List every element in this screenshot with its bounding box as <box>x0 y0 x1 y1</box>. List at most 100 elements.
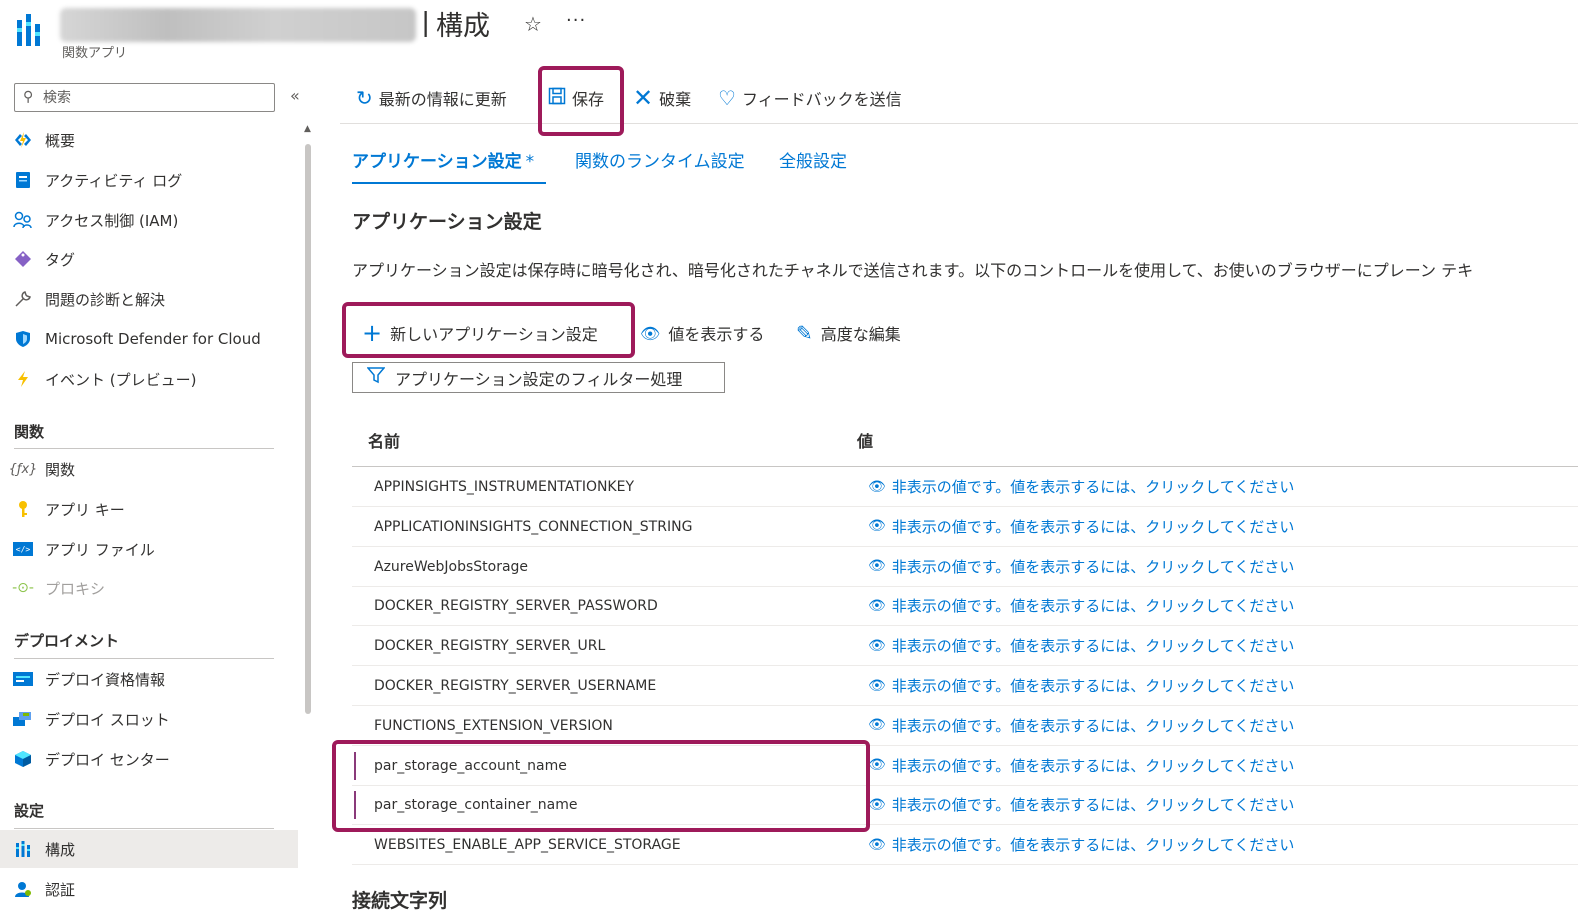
close-icon: ✕ <box>633 84 654 112</box>
sidebar-item-label: 関数 <box>45 460 76 479</box>
section-title: アプリケーション設定 <box>352 211 542 233</box>
sidebar-item-configuration[interactable]: 構成 <box>0 830 298 868</box>
filter-icon <box>366 366 386 389</box>
sidebar-scrollbar[interactable] <box>305 144 311 714</box>
sidebar-item-deploy-slots[interactable]: デプロイ スロット <box>0 700 298 738</box>
ellipsis-icon[interactable]: ··· <box>566 10 586 31</box>
eye-icon: 👁 <box>868 478 886 495</box>
sidebar-item-label: 概要 <box>45 131 76 150</box>
setting-name: AzureWebJobsStorage <box>374 558 529 575</box>
sidebar-item-activity-log[interactable]: アクティビティ ログ <box>0 161 298 199</box>
setting-name: FUNCTIONS_EXTENSION_VERSION <box>374 717 613 734</box>
sidebar-item-label: タグ <box>45 250 76 269</box>
active-tab-indicator <box>352 182 546 184</box>
sidebar-item-overview[interactable]: 概要 <box>0 121 298 159</box>
sidebar-item-deploy-center[interactable]: デプロイ センター <box>0 740 298 778</box>
refresh-icon: ↻ <box>356 86 373 110</box>
hidden-value-link[interactable]: 👁 非表示の値です。値を表示するには、クリックしてください <box>868 834 1294 855</box>
sidebar-item-events[interactable]: イベント (プレビュー) <box>0 360 298 398</box>
table-row[interactable]: APPLICATIONINSIGHTS_CONNECTION_STRING 👁 非表… <box>352 507 1578 547</box>
sidebar-item-deploy-credentials[interactable]: デプロイ資格情報 <box>0 660 298 698</box>
sidebar-item-functions[interactable]: {ƒx} 関数 <box>0 450 298 488</box>
advanced-edit-button[interactable]: ✎ 高度な編集 <box>796 320 901 346</box>
search-input[interactable] <box>43 87 268 109</box>
table-row[interactable]: DOCKER_REGISTRY_SERVER_PASSWORD 👁 非表示の値です。… <box>352 586 1578 627</box>
sidebar-item-label: デプロイ センター <box>45 750 170 769</box>
column-header-value[interactable]: 値 <box>857 428 873 452</box>
hidden-value-link[interactable]: 👁 非表示の値です。値を表示するには、クリックしてください <box>868 556 1294 577</box>
sidebar-item-authentication[interactable]: 認証 <box>0 870 298 908</box>
table-row[interactable]: DOCKER_REGISTRY_SERVER_URL 👁 非表示の値です。値を表示す… <box>352 626 1578 667</box>
highlight-save <box>538 66 624 136</box>
hidden-value-text: 非表示の値です。値を表示するには、クリックしてください <box>891 517 1295 536</box>
sidebar-item-label: イベント (プレビュー) <box>45 370 197 389</box>
star-icon[interactable]: ☆ <box>524 12 542 36</box>
hidden-value-link[interactable]: 👁 非表示の値です。値を表示するには、クリックしてください <box>868 635 1294 656</box>
discard-label: 破棄 <box>659 90 692 109</box>
function-icon: {ƒx} <box>8 461 38 477</box>
sidebar-item-label: デプロイ資格情報 <box>45 670 166 689</box>
highlight-new-rows <box>332 740 870 832</box>
eye-icon: 👁 <box>868 637 886 654</box>
divider <box>14 658 274 659</box>
discard-button[interactable]: ✕ 破棄 <box>633 84 692 112</box>
feedback-button[interactable]: ♡ フィードバックを送信 <box>718 86 902 110</box>
table-row[interactable]: APPINSIGHTS_INSTRUMENTATIONKEY 👁 非表示の値です。値… <box>352 467 1578 507</box>
setting-name: DOCKER_REGISTRY_SERVER_PASSWORD <box>374 598 658 615</box>
hidden-value-link[interactable]: 👁 非表示の値です。値を表示するには、クリックしてください <box>868 675 1294 696</box>
sidebar-item-label: アプリ キー <box>45 500 125 519</box>
hidden-value-link[interactable]: 👁 非表示の値です。値を表示するには、クリックしてください <box>868 516 1294 537</box>
modified-marker: * <box>525 152 535 172</box>
table-row[interactable]: AzureWebJobsStorage 👁 非表示の値です。値を表示するには、クリッ… <box>352 547 1578 587</box>
tab-application-settings[interactable]: アプリケーション設定 * <box>352 147 534 172</box>
sidebar-item-proxies[interactable]: -⊙- プロキシ <box>0 569 298 607</box>
wrench-icon <box>13 289 33 309</box>
person-icon <box>13 879 33 899</box>
function-app-icon <box>13 130 33 150</box>
connection-strings-title: 接続文字列 <box>352 890 448 912</box>
hidden-value-text: 非表示の値です。値を表示するには、クリックしてください <box>891 756 1295 775</box>
hidden-value-text: 非表示の値です。値を表示するには、クリックしてください <box>891 557 1295 576</box>
hidden-value-link[interactable]: 👁 非表示の値です。値を表示するには、クリックしてください <box>868 476 1294 497</box>
lightning-icon <box>13 369 33 389</box>
sidebar-item-label: アプリ ファイル <box>45 540 155 559</box>
tab-function-runtime-settings[interactable]: 関数のランタイム設定 <box>575 147 745 172</box>
table-row[interactable]: DOCKER_REGISTRY_SERVER_USERNAME 👁 非表示の値です。… <box>352 666 1578 706</box>
hidden-value-text: 非表示の値です。値を表示するには、クリックしてください <box>891 716 1295 735</box>
refresh-button[interactable]: ↻ 最新の情報に更新 <box>356 86 507 110</box>
scroll-up-arrow-icon[interactable]: ▲ <box>304 124 311 134</box>
filter-placeholder: アプリケーション設定のフィルター処理 <box>395 369 683 389</box>
sidebar-search[interactable]: ⚲ <box>14 83 275 112</box>
sidebar-item-label: プロキシ <box>45 579 106 598</box>
sidebar-item-defender[interactable]: Microsoft Defender for Cloud <box>0 320 298 358</box>
sidebar-item-label: アクセス制御 (IAM) <box>45 211 179 230</box>
sidebar-item-iam[interactable]: アクセス制御 (IAM) <box>0 201 298 239</box>
credentials-icon <box>13 669 33 689</box>
cube-icon <box>13 749 33 769</box>
svg-text:</>: </> <box>16 545 31 554</box>
collapse-sidebar-icon[interactable]: « <box>290 86 300 105</box>
eye-icon: 👁 <box>868 597 886 614</box>
hidden-value-link[interactable]: 👁 非表示の値です。値を表示するには、クリックしてください <box>868 715 1294 736</box>
page-title: 構成 <box>436 11 490 42</box>
sidebar-item-label: アクティビティ ログ <box>45 171 183 190</box>
configuration-icon <box>13 839 33 859</box>
setting-name: APPINSIGHTS_INSTRUMENTATIONKEY <box>374 479 635 495</box>
hidden-value-link[interactable]: 👁 非表示の値です。値を表示するには、クリックしてください <box>868 755 1294 776</box>
search-icon: ⚲ <box>23 89 34 105</box>
sidebar-item-tags[interactable]: タグ <box>0 240 298 278</box>
feedback-label: フィードバックを送信 <box>741 90 902 109</box>
filter-input[interactable]: アプリケーション設定のフィルター処理 <box>352 362 725 393</box>
sidebar-item-label: 認証 <box>45 880 76 899</box>
show-values-button[interactable]: 👁 値を表示する <box>640 320 764 346</box>
hidden-value-link[interactable]: 👁 非表示の値です。値を表示するには、クリックしてください <box>868 794 1294 815</box>
tab-general-settings[interactable]: 全般設定 <box>779 147 847 172</box>
sidebar-section-settings: 設定 <box>14 802 45 820</box>
sidebar-item-diagnose[interactable]: 問題の診断と解決 <box>0 280 298 318</box>
hidden-value-link[interactable]: 👁 非表示の値です。値を表示するには、クリックしてください <box>868 595 1294 616</box>
sidebar-item-app-files[interactable]: </> アプリ ファイル <box>0 530 298 568</box>
command-bar: ↻ 最新の情報に更新 保存 ✕ 破棄 ♡ フィードバックを送信 <box>340 72 1578 124</box>
slots-icon <box>13 709 33 729</box>
sidebar-item-app-keys[interactable]: アプリ キー <box>0 490 298 528</box>
column-header-name[interactable]: 名前 <box>368 428 400 452</box>
